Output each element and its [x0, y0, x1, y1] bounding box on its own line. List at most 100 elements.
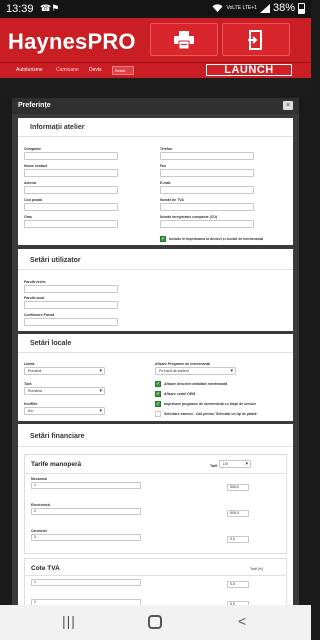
divider [18, 136, 293, 137]
rate-label: Tarif [210, 464, 218, 468]
detail-desc-label: Afișare descrieri detaliate mentenanță [164, 382, 228, 386]
home-button[interactable] [148, 615, 162, 629]
vat-rates-title: Cote TVA [31, 565, 60, 572]
divider [18, 352, 293, 353]
contact-label: Nume contact [24, 164, 48, 168]
signal-icon [259, 3, 270, 13]
print-button[interactable] [150, 23, 218, 56]
labor-row-value[interactable]: 0,0 [227, 536, 249, 543]
divider [18, 446, 293, 447]
new-pass-label: Parolă nouă [24, 296, 45, 300]
back-button[interactable]: < [238, 613, 246, 629]
divider [25, 575, 286, 576]
labor-row-index[interactable]: 2 [31, 508, 141, 515]
print-maint-checkbox[interactable]: ✓ [155, 401, 161, 407]
labor-row-value[interactable]: 500,0 [227, 510, 249, 517]
nav-cars[interactable]: Autoturisme [16, 67, 43, 73]
divider [25, 473, 286, 474]
confirm-pass-label: Confirmare Parolă [24, 313, 55, 317]
labor-rates-title: Tarife manoperă [31, 461, 82, 468]
reg-no-label: Număr înregistrare companie (CO) [160, 215, 218, 219]
maint-select[interactable]: Pe bază de subiect [155, 367, 236, 375]
company-field[interactable] [24, 152, 118, 160]
email-label: E-mail [160, 181, 171, 185]
fax-field[interactable] [160, 169, 254, 177]
labor-row-label: Electronică [31, 503, 50, 507]
city-label: Oraș [24, 215, 32, 219]
preferences-modal: Preferințe × Informații atelier Companie… [12, 98, 299, 640]
language-label: Limbă [24, 362, 35, 366]
status-bar: 13:39 ☎⚑ VoLTE LTE+1 38% [0, 0, 311, 18]
old-pass-label: Parolă veche [24, 280, 46, 284]
divider [18, 269, 293, 270]
battery-icon [298, 2, 305, 14]
truck-select-label: Selectare camion - Cali pentru 'Selectaț… [164, 412, 258, 416]
new-pass-field[interactable] [24, 301, 118, 309]
address-label: Adresă [24, 181, 36, 185]
vat-no-field[interactable] [160, 203, 254, 211]
vat-rate-note: Tarif (%) [250, 567, 264, 571]
include-print-label: Include în imprimarea la devizei și lucr… [169, 237, 263, 241]
workshop-title: Informații atelier [30, 124, 85, 131]
labor-row-label: Mecanică [31, 477, 47, 481]
maint-label: Afișare Programe de mentenanță [155, 362, 210, 366]
detail-desc-checkbox[interactable]: ✓ [155, 381, 161, 387]
oem-code-checkbox[interactable]: ✓ [155, 391, 161, 397]
unit-select[interactable]: Km [24, 407, 105, 415]
vat-no-label: Număr de TVA [160, 198, 184, 202]
postal-label: Cod poștal [24, 198, 43, 202]
logout-button[interactable] [222, 23, 290, 56]
address-field[interactable] [24, 186, 118, 194]
vat-row-index[interactable]: 1 [31, 579, 141, 586]
oem-code-label: Afișare codul OEM [164, 392, 196, 396]
backdrop [0, 78, 311, 98]
close-icon[interactable]: × [283, 101, 293, 110]
country-select[interactable]: România [24, 387, 105, 395]
exit-icon [248, 29, 262, 50]
recents-button[interactable]: ||| [62, 613, 76, 629]
currency-select[interactable]: LEI [219, 460, 251, 468]
locale-panel: Setări locale Limbă Română Țară România … [18, 334, 293, 421]
vat-row-value[interactable]: 0,0 [227, 581, 249, 588]
truck-select-checkbox[interactable] [155, 411, 161, 417]
city-field[interactable] [24, 220, 118, 228]
fax-label: Fax [160, 164, 167, 168]
labor-row-label: Caroserie [31, 529, 48, 533]
wifi-icon [212, 3, 223, 12]
modal-header: Preferințe × [12, 98, 299, 114]
clock: 13:39 [6, 3, 34, 15]
reg-no-field[interactable] [160, 220, 254, 228]
modal-title: Preferințe [18, 102, 51, 109]
settings-dropdown[interactable]: Setari [112, 66, 134, 75]
user-title: Setări utilizator [30, 257, 81, 264]
system-nav-bar: ||| < [0, 605, 311, 640]
company-label: Companie [24, 147, 41, 151]
nav-trucks[interactable]: Camioane [56, 67, 79, 73]
status-right: VoLTE LTE+1 38% [212, 2, 305, 14]
old-pass-field[interactable] [24, 285, 118, 293]
email-field[interactable] [160, 186, 254, 194]
labor-row-value[interactable]: 500,0 [227, 484, 249, 491]
language-select[interactable]: Română [24, 367, 105, 375]
app-header: HaynesPRO [0, 18, 311, 62]
postal-field[interactable] [24, 203, 118, 211]
contact-field[interactable] [24, 169, 118, 177]
locale-title: Setări locale [30, 340, 72, 347]
include-print-checkbox[interactable]: ✓ [160, 236, 166, 242]
confirm-pass-field[interactable] [24, 318, 118, 326]
phone-field[interactable] [160, 152, 254, 160]
labor-row-index[interactable]: 1 [31, 482, 141, 489]
printer-icon [174, 30, 194, 49]
financial-title: Setări financiare [30, 433, 85, 440]
country-label: Țară [24, 382, 32, 386]
battery-percent: 38% [272, 2, 295, 14]
nav-devis[interactable]: Devis [89, 67, 102, 73]
network-label: VoLTE LTE+1 [226, 4, 257, 11]
notification-icons: ☎⚑ [40, 3, 60, 13]
unit-label: Km/Mile [24, 402, 38, 406]
workshop-panel: Informații atelier Companie Telefon Nume… [18, 118, 293, 245]
labor-row-index[interactable]: 3 [31, 534, 141, 541]
print-maint-label: Imprimare programe de mentenanță cu timp… [164, 402, 257, 406]
brand-logo: HaynesPRO [8, 29, 136, 54]
user-panel: Setări utilizator Parolă veche Parolă no… [18, 249, 293, 331]
